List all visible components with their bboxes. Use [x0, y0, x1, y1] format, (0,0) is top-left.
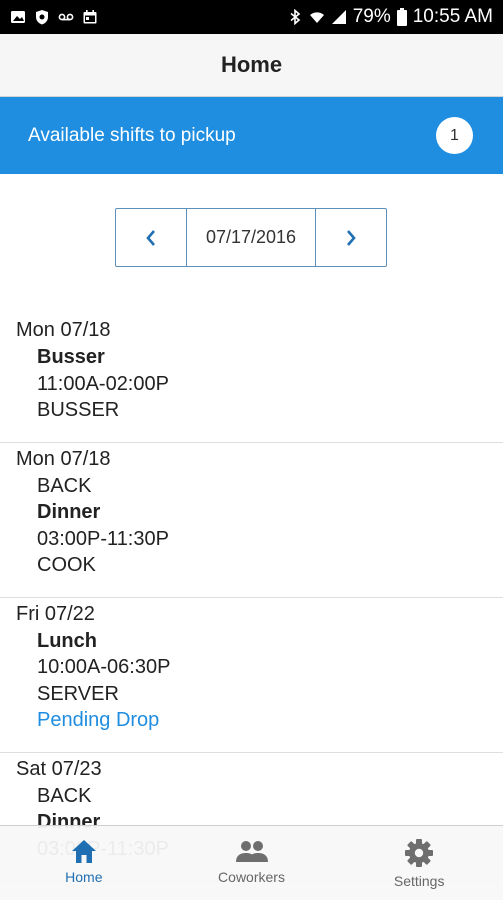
app-header: Home: [0, 34, 503, 97]
shift-detail: SERVER: [37, 682, 119, 705]
voicemail-icon: [58, 13, 74, 21]
gear-icon: [405, 839, 434, 867]
shift-detail: BACK: [37, 474, 92, 497]
shift-details: Busser 11:00A-02:00P BUSSER: [16, 344, 487, 424]
status-bar-notifications: [10, 9, 98, 25]
shift-detail: 10:00A-06:30P: [37, 656, 171, 678]
shift-date: Mon 07/18: [16, 319, 111, 341]
available-shifts-label: Available shifts to pickup: [28, 124, 236, 146]
battery-percent: 79%: [352, 6, 391, 27]
available-shifts-count-badge: 1: [436, 117, 473, 154]
shift-item[interactable]: Mon 07/18 BACK Dinner 03:00P-11:30P COOK: [0, 443, 503, 598]
tab-settings-label: Settings: [393, 873, 445, 889]
home-icon: [71, 840, 96, 863]
shift-detail: BUSSER: [37, 399, 120, 421]
available-shifts-banner[interactable]: Available shifts to pickup 1: [0, 97, 503, 174]
tab-home[interactable]: Home: [0, 826, 168, 900]
tab-settings[interactable]: Settings: [335, 826, 503, 900]
people-icon: [235, 841, 268, 862]
screen: 79% 10:55 AM Home Available shifts to pi…: [0, 0, 503, 900]
calendar-icon: [83, 10, 97, 24]
chevron-right-icon: [347, 229, 356, 246]
tab-coworkers[interactable]: Coworkers: [168, 826, 336, 900]
shift-details: Lunch 10:00A-06:30P SERVER Pending Drop: [16, 628, 487, 734]
shift-name: Lunch: [37, 629, 97, 652]
page-title: Home: [220, 52, 283, 77]
shift-date: Sat 07/23: [16, 757, 102, 780]
shift-name: Dinner: [37, 501, 101, 523]
shift-detail: BACK: [37, 784, 92, 807]
shift-date: Fri 07/22: [16, 602, 95, 625]
signal-icon: [331, 10, 346, 24]
previous-week-button[interactable]: [116, 209, 186, 266]
tab-bar: Home Coworkers Settings: [0, 825, 503, 900]
shift-detail: 03:00P-11:30P: [37, 527, 169, 550]
selected-date[interactable]: 07/17/2016: [186, 209, 316, 266]
bluetooth-icon: [290, 9, 300, 25]
date-navigator: 07/17/2016: [115, 208, 387, 267]
shift-date: Mon 07/18: [16, 447, 111, 470]
shift-detail: 11:00A-02:00P: [37, 372, 169, 395]
status-bar: 79% 10:55 AM: [0, 0, 503, 34]
status-bar-system: 79% 10:55 AM: [287, 6, 493, 28]
wifi-icon: [309, 12, 324, 23]
gallery-icon: [11, 11, 25, 23]
shift-item[interactable]: Mon 07/18 Busser 11:00A-02:00P BUSSER: [0, 314, 503, 443]
shield-icon: [36, 10, 48, 25]
shift-details: BACK Dinner 03:00P-11:30P COOK: [16, 473, 487, 579]
shift-name: Busser: [37, 346, 105, 368]
tab-home-label: Home: [65, 869, 103, 885]
shift-item[interactable]: Fri 07/22 Lunch 10:00A-06:30P SERVER Pending…: [0, 598, 503, 753]
shift-status: Pending Drop: [37, 709, 160, 731]
shift-list: Mon 07/18 Busser 11:00A-02:00P BUSSER Mon 07…: [0, 314, 503, 881]
next-week-button[interactable]: [316, 209, 386, 266]
shift-detail: COOK: [37, 554, 96, 576]
battery-icon: [396, 8, 407, 26]
tab-coworkers-label: Coworkers: [218, 869, 285, 885]
chevron-left-icon: [146, 229, 155, 246]
clock: 10:55 AM: [412, 6, 493, 27]
